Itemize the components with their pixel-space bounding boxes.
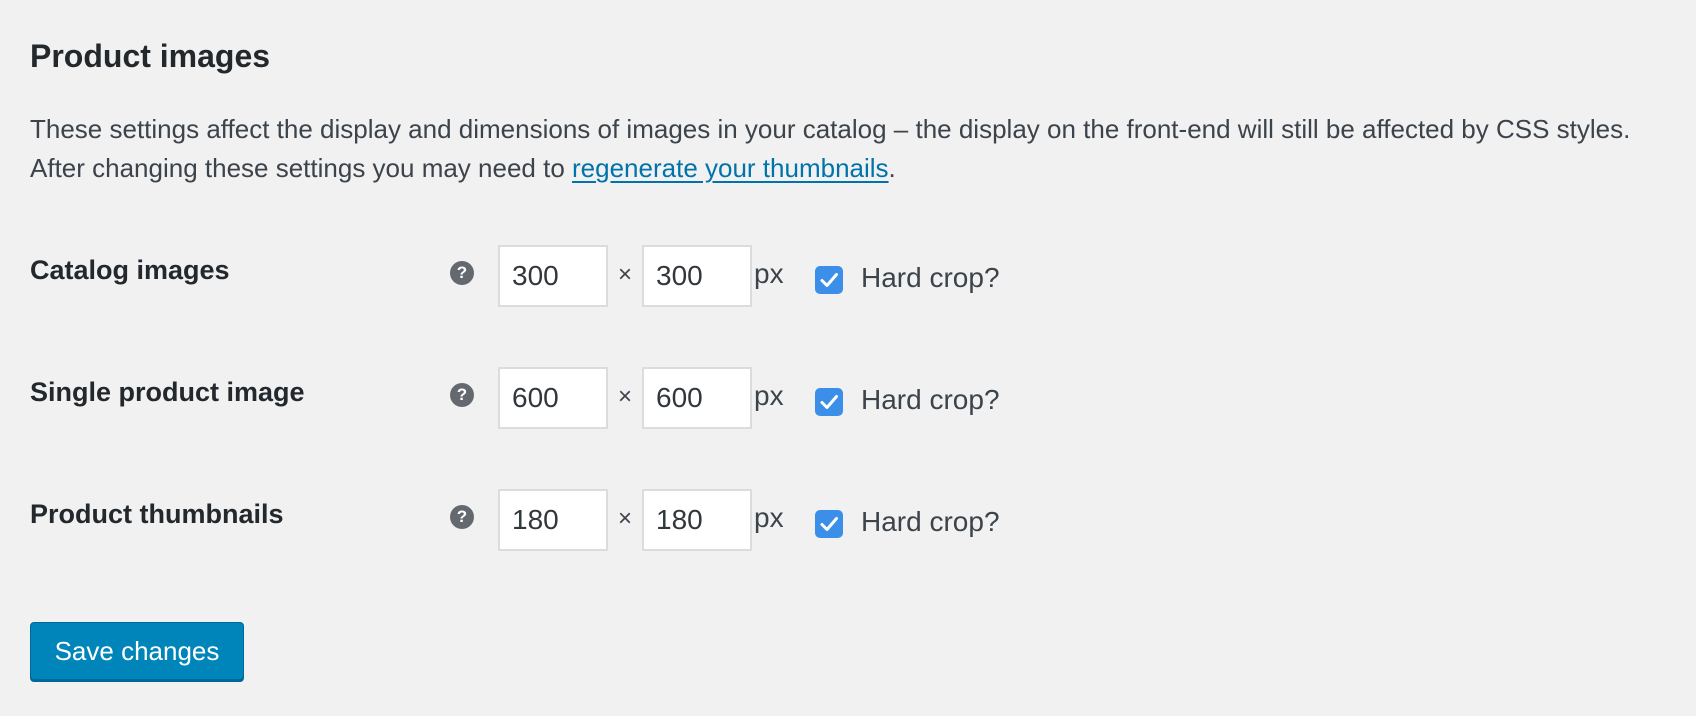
save-changes-button[interactable]: Save changes [30, 622, 244, 680]
checkmark-icon [820, 395, 838, 409]
help-icon[interactable]: ? [450, 383, 474, 407]
thumbnail-hard-crop-checkbox[interactable] [815, 510, 843, 538]
catalog-width-input[interactable] [498, 245, 608, 307]
catalog-images-row: Catalog images ? × px Hard crop? [0, 245, 1696, 309]
catalog-height-input[interactable] [642, 245, 752, 307]
description-end: . [888, 153, 896, 183]
catalog-hard-crop-checkbox[interactable] [815, 266, 843, 294]
help-icon[interactable]: ? [450, 261, 474, 285]
single-height-input[interactable] [642, 367, 752, 429]
thumbnail-width-input[interactable] [498, 489, 608, 551]
single-hard-crop-checkbox[interactable] [815, 388, 843, 416]
settings-page: Product images These settings affect the… [0, 0, 1696, 716]
unit-label: px [754, 380, 784, 411]
help-icon[interactable]: ? [450, 505, 474, 529]
times-sign: × [618, 383, 633, 410]
section-description: These settings affect the display and di… [30, 110, 1670, 188]
checkmark-icon [820, 273, 838, 287]
catalog-hard-crop-label[interactable]: Hard crop? [861, 262, 1000, 294]
page-title: Product images [30, 38, 271, 74]
single-width-input[interactable] [498, 367, 608, 429]
times-sign: × [618, 505, 633, 532]
checkmark-icon [820, 517, 838, 531]
thumbnail-height-input[interactable] [642, 489, 752, 551]
product-thumbnails-row: Product thumbnails ? × px Hard crop? [0, 489, 1696, 553]
unit-label: px [754, 502, 784, 533]
single-product-image-label: Single product image [30, 377, 305, 407]
times-sign: × [618, 261, 633, 288]
unit-label: px [754, 258, 784, 289]
single-product-image-row: Single product image ? × px Hard crop? [0, 367, 1696, 431]
catalog-images-label: Catalog images [30, 255, 230, 285]
thumbnail-hard-crop-label[interactable]: Hard crop? [861, 506, 1000, 538]
product-thumbnails-label: Product thumbnails [30, 499, 284, 529]
single-hard-crop-label[interactable]: Hard crop? [861, 384, 1000, 416]
regenerate-thumbnails-link[interactable]: regenerate your thumbnails [572, 153, 889, 183]
